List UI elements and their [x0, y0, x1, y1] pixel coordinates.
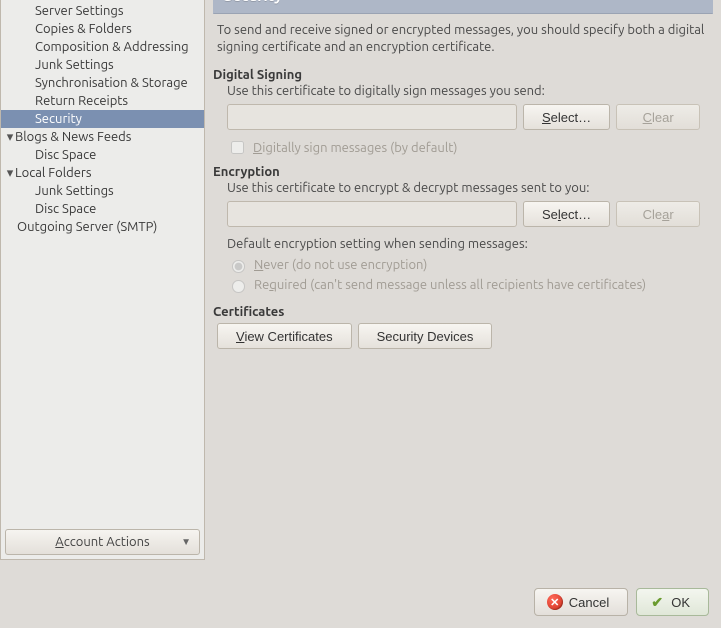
ok-icon: ✔: [649, 594, 665, 610]
signing-select-button[interactable]: Select…: [523, 104, 610, 130]
security-devices-button[interactable]: Security Devices: [358, 323, 493, 349]
sidebar-item-security[interactable]: Security: [1, 110, 204, 128]
sidebar-item-synchronisation-storage[interactable]: Synchronisation & Storage: [1, 74, 204, 92]
view-certificates-button[interactable]: View Certificates: [217, 323, 352, 349]
cancel-button[interactable]: ✕ Cancel: [534, 588, 628, 616]
sidebar-item-blogs-news-feeds[interactable]: ▾Blogs & News Feeds: [1, 128, 204, 146]
signing-subtext: Use this certificate to digitally sign m…: [213, 84, 713, 102]
section-certificates: Certificates: [213, 295, 713, 321]
sign-default-label: Digitally sign messages (by default): [253, 141, 457, 155]
sign-default-checkbox[interactable]: [231, 141, 244, 154]
encryption-never-label: Never (do not use encryption): [254, 258, 427, 272]
encryption-clear-button[interactable]: Clear: [616, 201, 700, 227]
sidebar-item-composition-addressing[interactable]: Composition & Addressing: [1, 38, 204, 56]
panel-description: To send and receive signed or encrypted …: [213, 14, 713, 62]
sidebar-item-disc-space[interactable]: Disc Space: [1, 146, 204, 164]
sidebar-item-outgoing-server[interactable]: Outgoing Server (SMTP): [1, 218, 204, 236]
encryption-required-radio[interactable]: [232, 280, 245, 293]
sidebar-item-copies-folders[interactable]: Copies & Folders: [1, 20, 204, 38]
ok-button[interactable]: ✔ OK: [636, 588, 709, 616]
sidebar-item-junk-settings[interactable]: Junk Settings: [1, 56, 204, 74]
dialog-footer: ✕ Cancel ✔ OK: [534, 588, 709, 616]
signing-cert-input[interactable]: [227, 104, 517, 130]
panel-title: Security: [213, 0, 713, 14]
sidebar-item-disc-space-2[interactable]: Disc Space: [1, 200, 204, 218]
encryption-required-label: Required (can't send message unless all …: [254, 278, 646, 292]
main-panel: Security To send and receive signed or e…: [205, 0, 721, 560]
sidebar-item-return-receipts[interactable]: Return Receipts: [1, 92, 204, 110]
sidebar-item-junk-settings-2[interactable]: Junk Settings: [1, 182, 204, 200]
account-actions-button[interactable]: Account Actions ▼: [5, 529, 200, 555]
encryption-select-button[interactable]: Select…: [523, 201, 610, 227]
signing-clear-button[interactable]: Clear: [616, 104, 700, 130]
sidebar-item-local-folders[interactable]: ▾Local Folders: [1, 164, 204, 182]
sidebar-item-label: Blogs & News Feeds: [15, 130, 131, 144]
encryption-cert-input[interactable]: [227, 201, 517, 227]
encryption-default-label: Default encryption setting when sending …: [213, 229, 713, 255]
tree-twisty-icon[interactable]: ▾: [5, 129, 15, 145]
ok-label: OK: [671, 595, 690, 610]
cancel-icon: ✕: [547, 594, 563, 610]
sidebar-item-label: Local Folders: [15, 166, 91, 180]
encryption-never-radio[interactable]: [232, 260, 245, 273]
account-tree: Server Settings Copies & Folders Composi…: [1, 0, 204, 527]
sidebar-item-server-settings[interactable]: Server Settings: [1, 2, 204, 20]
tree-twisty-icon[interactable]: ▾: [5, 165, 15, 181]
section-encryption: Encryption: [213, 159, 713, 181]
section-digital-signing: Digital Signing: [213, 62, 713, 84]
account-actions-label: Account Actions: [55, 535, 149, 549]
chevron-down-icon: ▼: [181, 536, 191, 548]
encryption-subtext: Use this certificate to encrypt & decryp…: [213, 181, 713, 199]
cancel-label: Cancel: [569, 595, 609, 610]
sidebar: Server Settings Copies & Folders Composi…: [0, 0, 205, 560]
